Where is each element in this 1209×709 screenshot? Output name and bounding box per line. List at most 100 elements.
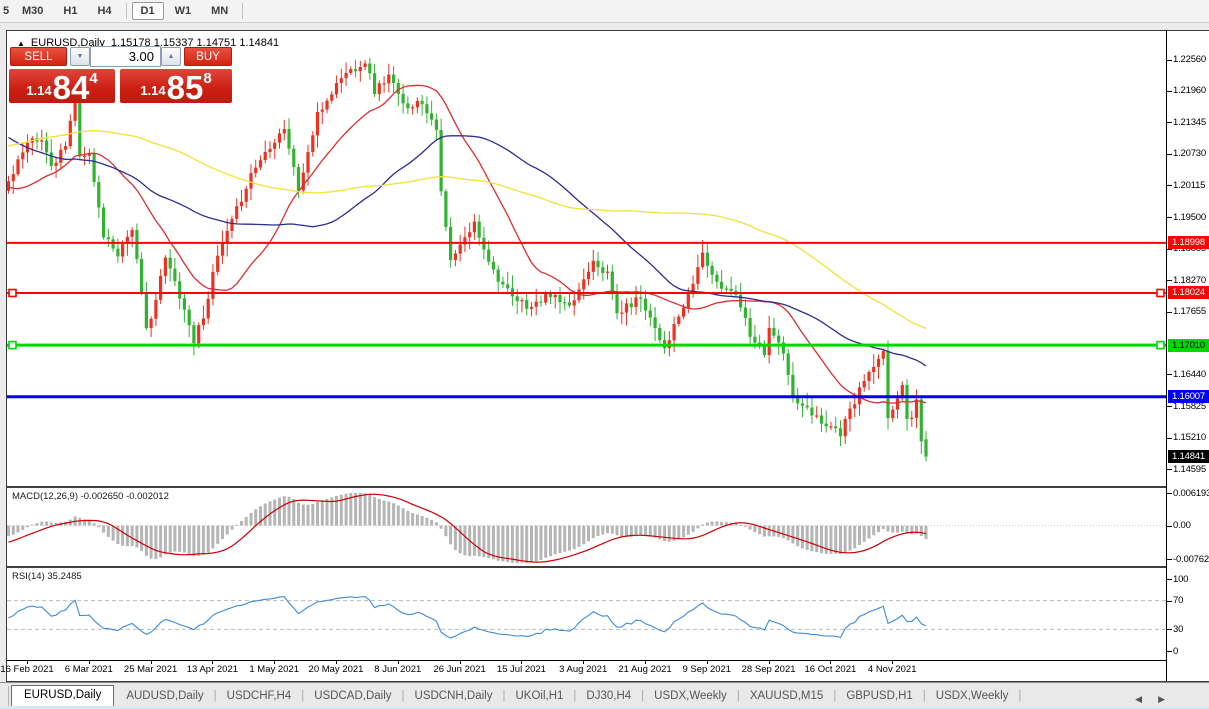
buy-price-big: 85 — [167, 74, 204, 101]
macd-axis-tick — [1167, 493, 1172, 494]
sell-price-big: 84 — [53, 74, 90, 101]
macd-axis-tick — [1167, 526, 1172, 527]
date-axis-label: 13 Apr 2021 — [187, 664, 238, 675]
volume-decrease-button[interactable]: ▼ — [70, 47, 90, 66]
date-axis-label: 26 Jun 2021 — [433, 664, 485, 675]
date-axis-label: 8 Jun 2021 — [374, 664, 421, 675]
macd-label: MACD(12,26,9) -0.002650 -0.002012 — [12, 491, 169, 502]
chart-tab-audusd-daily[interactable]: AUDUSD,Daily — [116, 687, 213, 706]
date-axis-line — [7, 660, 1166, 661]
rsi-axis-tick — [1167, 579, 1172, 580]
rsi-axis-tick — [1167, 651, 1172, 652]
price-axis-tick — [1167, 469, 1172, 470]
rsi-axis-label: 0 — [1173, 646, 1178, 657]
price-axis-tick — [1167, 374, 1172, 375]
chart-tab-dj30-h4[interactable]: DJ30,H4 — [576, 687, 641, 706]
rsi-label: RSI(14) 35.2485 — [12, 571, 82, 582]
date-axis-label: 21 Aug 2021 — [618, 664, 671, 675]
timeframe-button-mn[interactable]: MN — [202, 2, 237, 20]
line-handle[interactable] — [1157, 342, 1164, 349]
chart-tab-usdchf-h4[interactable]: USDCHF,H4 — [217, 687, 302, 706]
timeframe-toolbar: 5M30H1H4 D1W1MN — [0, 0, 1209, 23]
volume-increase-button[interactable]: ▲ — [161, 47, 181, 66]
price-axis-tick — [1167, 217, 1172, 218]
chart-tab-usdcad-daily[interactable]: USDCAD,Daily — [304, 687, 401, 706]
line-handle[interactable] — [1157, 290, 1164, 297]
price-axis-tick — [1167, 280, 1172, 281]
volume-input[interactable]: 3.00 — [90, 46, 161, 67]
price-axis-tick — [1167, 122, 1172, 123]
chart-tab-eurusd-daily[interactable]: EURUSD,Daily — [11, 685, 114, 706]
timeframe-button-5[interactable]: 5 — [1, 2, 11, 20]
price-axis-label: 1.14595 — [1173, 464, 1206, 475]
buy-price-display[interactable]: 1.14 85 8 — [120, 69, 232, 103]
hline-price-badge: 1.18024 — [1168, 286, 1209, 299]
date-axis-label: 25 Mar 2021 — [124, 664, 177, 675]
chart-tab-xauusd-m15[interactable]: XAUUSD,M15 — [740, 687, 834, 706]
ma-50-line — [9, 136, 927, 366]
timeframe-button-w1[interactable]: W1 — [166, 2, 201, 20]
tab-separator: | — [1018, 687, 1021, 706]
rsi-axis-label: 100 — [1173, 574, 1188, 585]
candles-layer — [7, 58, 928, 462]
price-axis-label: 1.22560 — [1173, 54, 1206, 65]
price-axis-tick — [1167, 438, 1172, 439]
date-axis-label: 6 Mar 2021 — [65, 664, 113, 675]
date-axis-label: 20 May 2021 — [309, 664, 364, 675]
hline-price-badge: 1.17010 — [1168, 339, 1209, 352]
price-axis-tick — [1167, 406, 1172, 407]
toolbar-separator — [242, 3, 243, 19]
sell-price-sup: 4 — [89, 70, 97, 87]
price-axis-label: 1.17655 — [1173, 306, 1206, 317]
sell-price-prefix: 1.14 — [26, 83, 51, 98]
price-axis-tick — [1167, 60, 1172, 61]
chart-tab-gbpusd-h1[interactable]: GBPUSD,H1 — [836, 687, 922, 706]
price-axis-separator — [1166, 31, 1167, 681]
chart-tab-ukoil-h1[interactable]: UKOil,H1 — [505, 687, 573, 706]
line-handle[interactable] — [9, 290, 16, 297]
price-axis-tick — [1167, 154, 1172, 155]
hlines-layer — [7, 243, 1166, 397]
line-handle[interactable] — [9, 342, 16, 349]
date-axis-label: 4 Nov 2021 — [868, 664, 917, 675]
chart-tab-usdcnh-daily[interactable]: USDCNH,Daily — [405, 687, 503, 706]
chevron-down-icon: ▼ — [77, 53, 84, 60]
price-axis-label: 1.20115 — [1173, 180, 1205, 191]
date-axis-label: 28 Sep 2021 — [742, 664, 796, 675]
sell-button[interactable]: SELL — [10, 47, 67, 66]
timeframe-button-d1[interactable]: D1 — [132, 2, 164, 20]
date-axis-label: 9 Sep 2021 — [682, 664, 731, 675]
chart-tab-usdx-weekly[interactable]: USDX,Weekly — [926, 687, 1019, 706]
macd-axis-label: 0.006193 — [1173, 488, 1209, 499]
rsi-panel-plot — [7, 568, 1166, 660]
chart-tabbar: EURUSD,DailyAUDUSD,Daily|USDCHF,H4|USDCA… — [0, 682, 1209, 706]
price-axis-label: 1.15210 — [1173, 432, 1206, 443]
timeframe-button-h1[interactable]: H1 — [54, 2, 86, 20]
sell-price-display[interactable]: 1.14 84 4 — [9, 69, 115, 103]
rsi-axis-tick — [1167, 601, 1172, 602]
date-axis-label: 1 May 2021 — [249, 664, 299, 675]
rsi-axis-label: 30 — [1173, 624, 1183, 635]
rsi-line — [9, 597, 927, 638]
timeframe-button-h4[interactable]: H4 — [88, 2, 120, 20]
price-axis-tick — [1167, 312, 1172, 313]
date-axis-label: 15 Jul 2021 — [497, 664, 546, 675]
tabbar-left-notch — [0, 686, 9, 706]
chevron-up-icon: ▲ — [168, 53, 175, 60]
price-axis-label: 1.18270 — [1173, 275, 1206, 286]
chart-tab-usdx-weekly[interactable]: USDX,Weekly — [644, 687, 737, 706]
date-axis-label: 3 Aug 2021 — [559, 664, 607, 675]
macd-histogram — [7, 493, 928, 563]
timeframe-button-m30[interactable]: M30 — [13, 2, 52, 20]
buy-button[interactable]: BUY — [184, 47, 232, 66]
current-price-badge: 1.14841 — [1168, 450, 1209, 463]
chart-window: ▲ EURUSD,Daily 1.15178 1.15337 1.14751 1… — [6, 30, 1209, 682]
tab-scroll-left-button[interactable]: ◀ — [1135, 694, 1142, 705]
price-axis-tick — [1167, 185, 1172, 186]
tab-scroll-right-button[interactable]: ▶ — [1158, 694, 1165, 705]
buy-price-prefix: 1.14 — [140, 83, 165, 98]
price-axis-label: 1.19500 — [1173, 212, 1206, 223]
rsi-axis-tick — [1167, 629, 1172, 630]
hline-price-badge: 1.18998 — [1168, 236, 1209, 249]
rsi-axis-label: 70 — [1173, 595, 1183, 606]
